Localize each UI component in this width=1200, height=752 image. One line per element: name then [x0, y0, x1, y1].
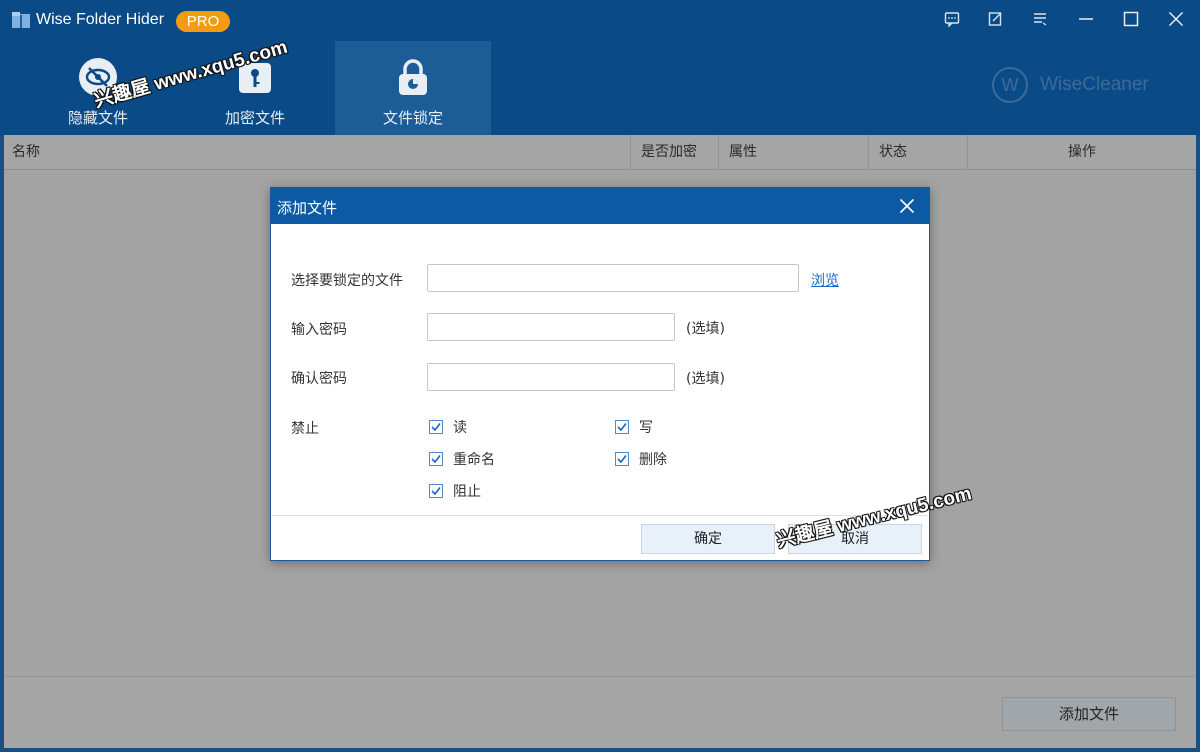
padlock-icon	[393, 57, 433, 97]
checkbox-checked-icon[interactable]	[429, 420, 443, 434]
window-border-right	[1196, 135, 1200, 752]
window-border-left	[0, 135, 4, 752]
dialog-title: 添加文件	[277, 199, 338, 217]
app-title: Wise Folder Hider	[36, 11, 165, 28]
tab-label: 文件锁定	[382, 109, 443, 127]
password-optional-label: (选填)	[686, 321, 725, 337]
option-label: 写	[639, 420, 653, 436]
column-attributes[interactable]: 属性	[718, 135, 868, 170]
option-label: 读	[453, 420, 467, 436]
column-name[interactable]: 名称	[4, 135, 630, 170]
add-file-button[interactable]: 添加文件	[1002, 697, 1176, 731]
edit-icon[interactable]	[984, 8, 1008, 30]
dialog-title-bar: 添加文件	[271, 188, 929, 224]
app-logo-icon	[12, 12, 30, 28]
option-read[interactable]: 读	[429, 417, 467, 437]
file-path-input[interactable]	[427, 264, 799, 292]
window-border-bottom	[0, 748, 1200, 752]
option-label: 删除	[639, 452, 667, 468]
tab-label: 加密文件	[224, 109, 285, 127]
wisecleaner-brand[interactable]: W WiseCleaner	[992, 66, 1149, 104]
confirm-password-input[interactable]	[427, 363, 675, 391]
password-label: 输入密码	[291, 322, 347, 338]
checkbox-checked-icon[interactable]	[429, 484, 443, 498]
column-encrypted[interactable]: 是否加密	[630, 135, 718, 170]
ok-button[interactable]: 确定	[641, 524, 775, 554]
dialog-close-icon[interactable]	[895, 194, 919, 218]
maximize-icon[interactable]	[1119, 8, 1143, 30]
add-file-dialog: 添加文件 选择要锁定的文件 浏览 输入密码 (选填) 确认密码 (选填) 禁止 …	[270, 187, 930, 561]
minimize-icon[interactable]	[1074, 8, 1098, 30]
column-actions[interactable]: 操作	[967, 135, 1196, 170]
feedback-icon[interactable]	[940, 8, 964, 30]
option-label: 阻止	[453, 484, 481, 500]
checkbox-checked-icon[interactable]	[429, 452, 443, 466]
confirm-optional-label: (选填)	[686, 371, 725, 387]
checkbox-checked-icon[interactable]	[615, 452, 629, 466]
option-delete[interactable]: 删除	[615, 449, 667, 469]
option-block[interactable]: 阻止	[429, 481, 481, 501]
title-bar: Wise Folder Hider PRO	[0, 0, 1200, 40]
checkbox-checked-icon[interactable]	[615, 420, 629, 434]
confirm-password-label: 确认密码	[291, 371, 347, 387]
browse-link[interactable]: 浏览	[811, 270, 839, 290]
pro-badge[interactable]: PRO	[176, 11, 230, 32]
option-rename[interactable]: 重命名	[429, 449, 495, 469]
wisecleaner-logo-icon: W	[992, 67, 1028, 103]
tab-lock-files[interactable]: 文件锁定	[335, 41, 491, 135]
option-write[interactable]: 写	[615, 417, 653, 437]
file-table-header: 名称 是否加密 属性 状态 操作	[4, 135, 1196, 170]
file-select-label: 选择要锁定的文件	[291, 273, 403, 289]
password-input[interactable]	[427, 313, 675, 341]
column-status[interactable]: 状态	[868, 135, 967, 170]
brand-name: WiseCleaner	[1040, 74, 1149, 95]
option-label: 重命名	[453, 452, 495, 468]
menu-icon[interactable]	[1028, 8, 1052, 30]
forbid-label: 禁止	[291, 421, 319, 437]
close-icon[interactable]	[1164, 8, 1188, 30]
